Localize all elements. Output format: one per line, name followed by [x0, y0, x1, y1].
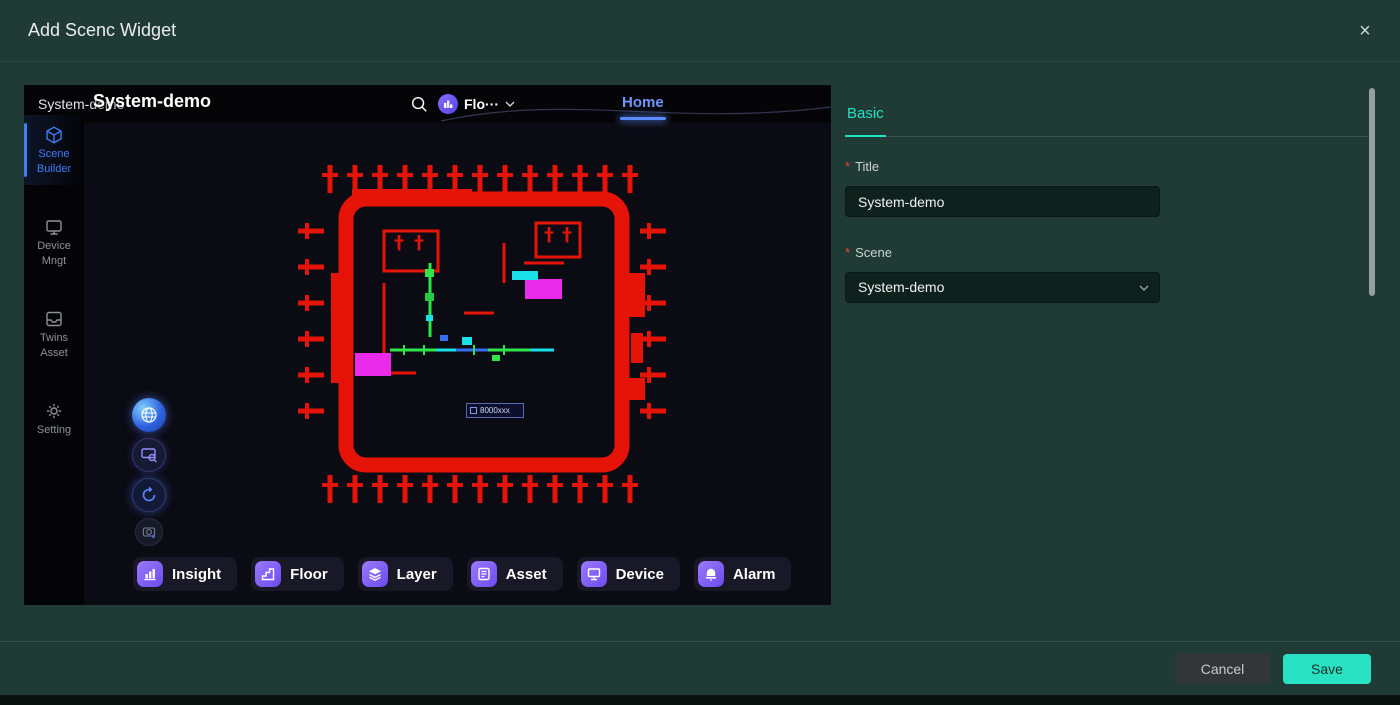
- floor-selector-label: Flo···: [464, 96, 499, 112]
- widget-settings-panel: Basic * Title * Scene System-demo: [845, 85, 1368, 303]
- toolbar-button-device[interactable]: Device: [577, 557, 680, 591]
- canvas-bottom-toolbar: Insight Floor Layer: [133, 557, 791, 591]
- toolbar-button-layer[interactable]: Layer: [358, 557, 453, 591]
- preview-header: System-demo System-demo Flo··· Home: [24, 85, 831, 123]
- toolbar-button-alarm[interactable]: Alarm: [694, 557, 792, 591]
- panel-scrollbar[interactable]: [1369, 88, 1375, 296]
- alarm-bell-icon: [698, 561, 724, 587]
- screen-search-icon: [139, 445, 159, 465]
- scene-canvas: 8000xxx: [84, 123, 831, 605]
- toolbar-label: Layer: [397, 566, 437, 583]
- toolbar-label: Device: [616, 566, 664, 583]
- tab-basic[interactable]: Basic: [845, 105, 886, 137]
- scene-map: [84, 123, 831, 605]
- inbox-icon: [44, 309, 64, 329]
- scene-select[interactable]: System-demo: [845, 272, 1160, 303]
- rotate-icon: [139, 485, 159, 505]
- cube-icon: [44, 125, 64, 145]
- modal-title: Add Scenc Widget: [28, 20, 176, 41]
- sidebar-label: Asset: [40, 347, 68, 359]
- layers-icon: [362, 561, 388, 587]
- toolbar-label: Insight: [172, 566, 221, 583]
- toolbar-button-insight[interactable]: Insight: [133, 557, 237, 591]
- floor-steps-icon: [255, 561, 281, 587]
- sidebar-label: Builder: [37, 163, 71, 175]
- ruler-icon: [470, 407, 477, 414]
- insight-icon: [137, 561, 163, 587]
- add-scene-widget-modal: Add Scenc Widget × Scene Builder Dev: [0, 0, 1400, 695]
- sidebar-item-setting[interactable]: Setting: [24, 391, 84, 449]
- toolbar-label: Floor: [290, 566, 328, 583]
- floor-selector[interactable]: Flo···: [438, 92, 515, 116]
- map-tooltip-text: 8000xxx: [480, 406, 510, 415]
- sidebar-label: Twins: [40, 332, 68, 344]
- toolbar-label: Alarm: [733, 566, 776, 583]
- sidebar-label: Device: [37, 240, 71, 252]
- preview-sidebar: Scene Builder Device Mngt Twins Asset: [24, 85, 84, 605]
- modal-footer: Cancel Save: [0, 641, 1400, 694]
- screen: Add Scenc Widget × Scene Builder Dev: [0, 0, 1400, 705]
- title-input[interactable]: [845, 186, 1160, 217]
- floor-icon: [438, 94, 458, 114]
- snapshot-button[interactable]: [135, 518, 163, 546]
- title-field-label: * Title: [845, 159, 1368, 174]
- chevron-down-icon: [1139, 285, 1149, 291]
- toolbar-button-floor[interactable]: Floor: [251, 557, 344, 591]
- chevron-down-icon: [505, 101, 515, 107]
- sidebar-item-device-mngt[interactable]: Device Mngt: [24, 207, 84, 277]
- globe-view-button[interactable]: [132, 398, 166, 432]
- asset-list-icon: [471, 561, 497, 587]
- save-button[interactable]: Save: [1283, 654, 1371, 684]
- globe-icon: [139, 405, 159, 425]
- toolbar-button-asset[interactable]: Asset: [467, 557, 563, 591]
- rotate-view-button[interactable]: [132, 478, 166, 512]
- title-label-text: Title: [855, 159, 879, 174]
- sidebar-label: Scene: [38, 148, 69, 160]
- gear-icon: [44, 401, 64, 421]
- map-tooltip: 8000xxx: [466, 403, 524, 418]
- search-icon[interactable]: [410, 95, 428, 113]
- canvas-float-tools: [132, 398, 166, 546]
- close-icon[interactable]: ×: [1352, 18, 1378, 44]
- toolbar-label: Asset: [506, 566, 547, 583]
- cancel-button[interactable]: Cancel: [1175, 654, 1270, 684]
- home-tab[interactable]: Home: [612, 89, 674, 122]
- modal-header: Add Scenc Widget ×: [0, 0, 1400, 62]
- screen-search-button[interactable]: [132, 438, 166, 472]
- required-mark: *: [845, 159, 850, 174]
- sidebar-label: Setting: [37, 424, 71, 436]
- required-mark: *: [845, 245, 850, 260]
- scene-label-text: Scene: [855, 245, 892, 260]
- sidebar-item-scene-builder[interactable]: Scene Builder: [24, 115, 84, 185]
- scene-field-label: * Scene: [845, 245, 1368, 260]
- device-monitor-icon: [581, 561, 607, 587]
- snapshot-icon: [141, 524, 157, 540]
- scene-select-value: System-demo: [858, 279, 944, 295]
- scene-preview: Scene Builder Device Mngt Twins Asset: [24, 85, 831, 605]
- monitor-icon: [44, 217, 64, 237]
- app-title: System-demo: [93, 91, 211, 112]
- sidebar-item-twins-asset[interactable]: Twins Asset: [24, 299, 84, 369]
- panel-tabs: Basic: [845, 85, 1368, 137]
- sidebar-label: Mngt: [42, 255, 66, 267]
